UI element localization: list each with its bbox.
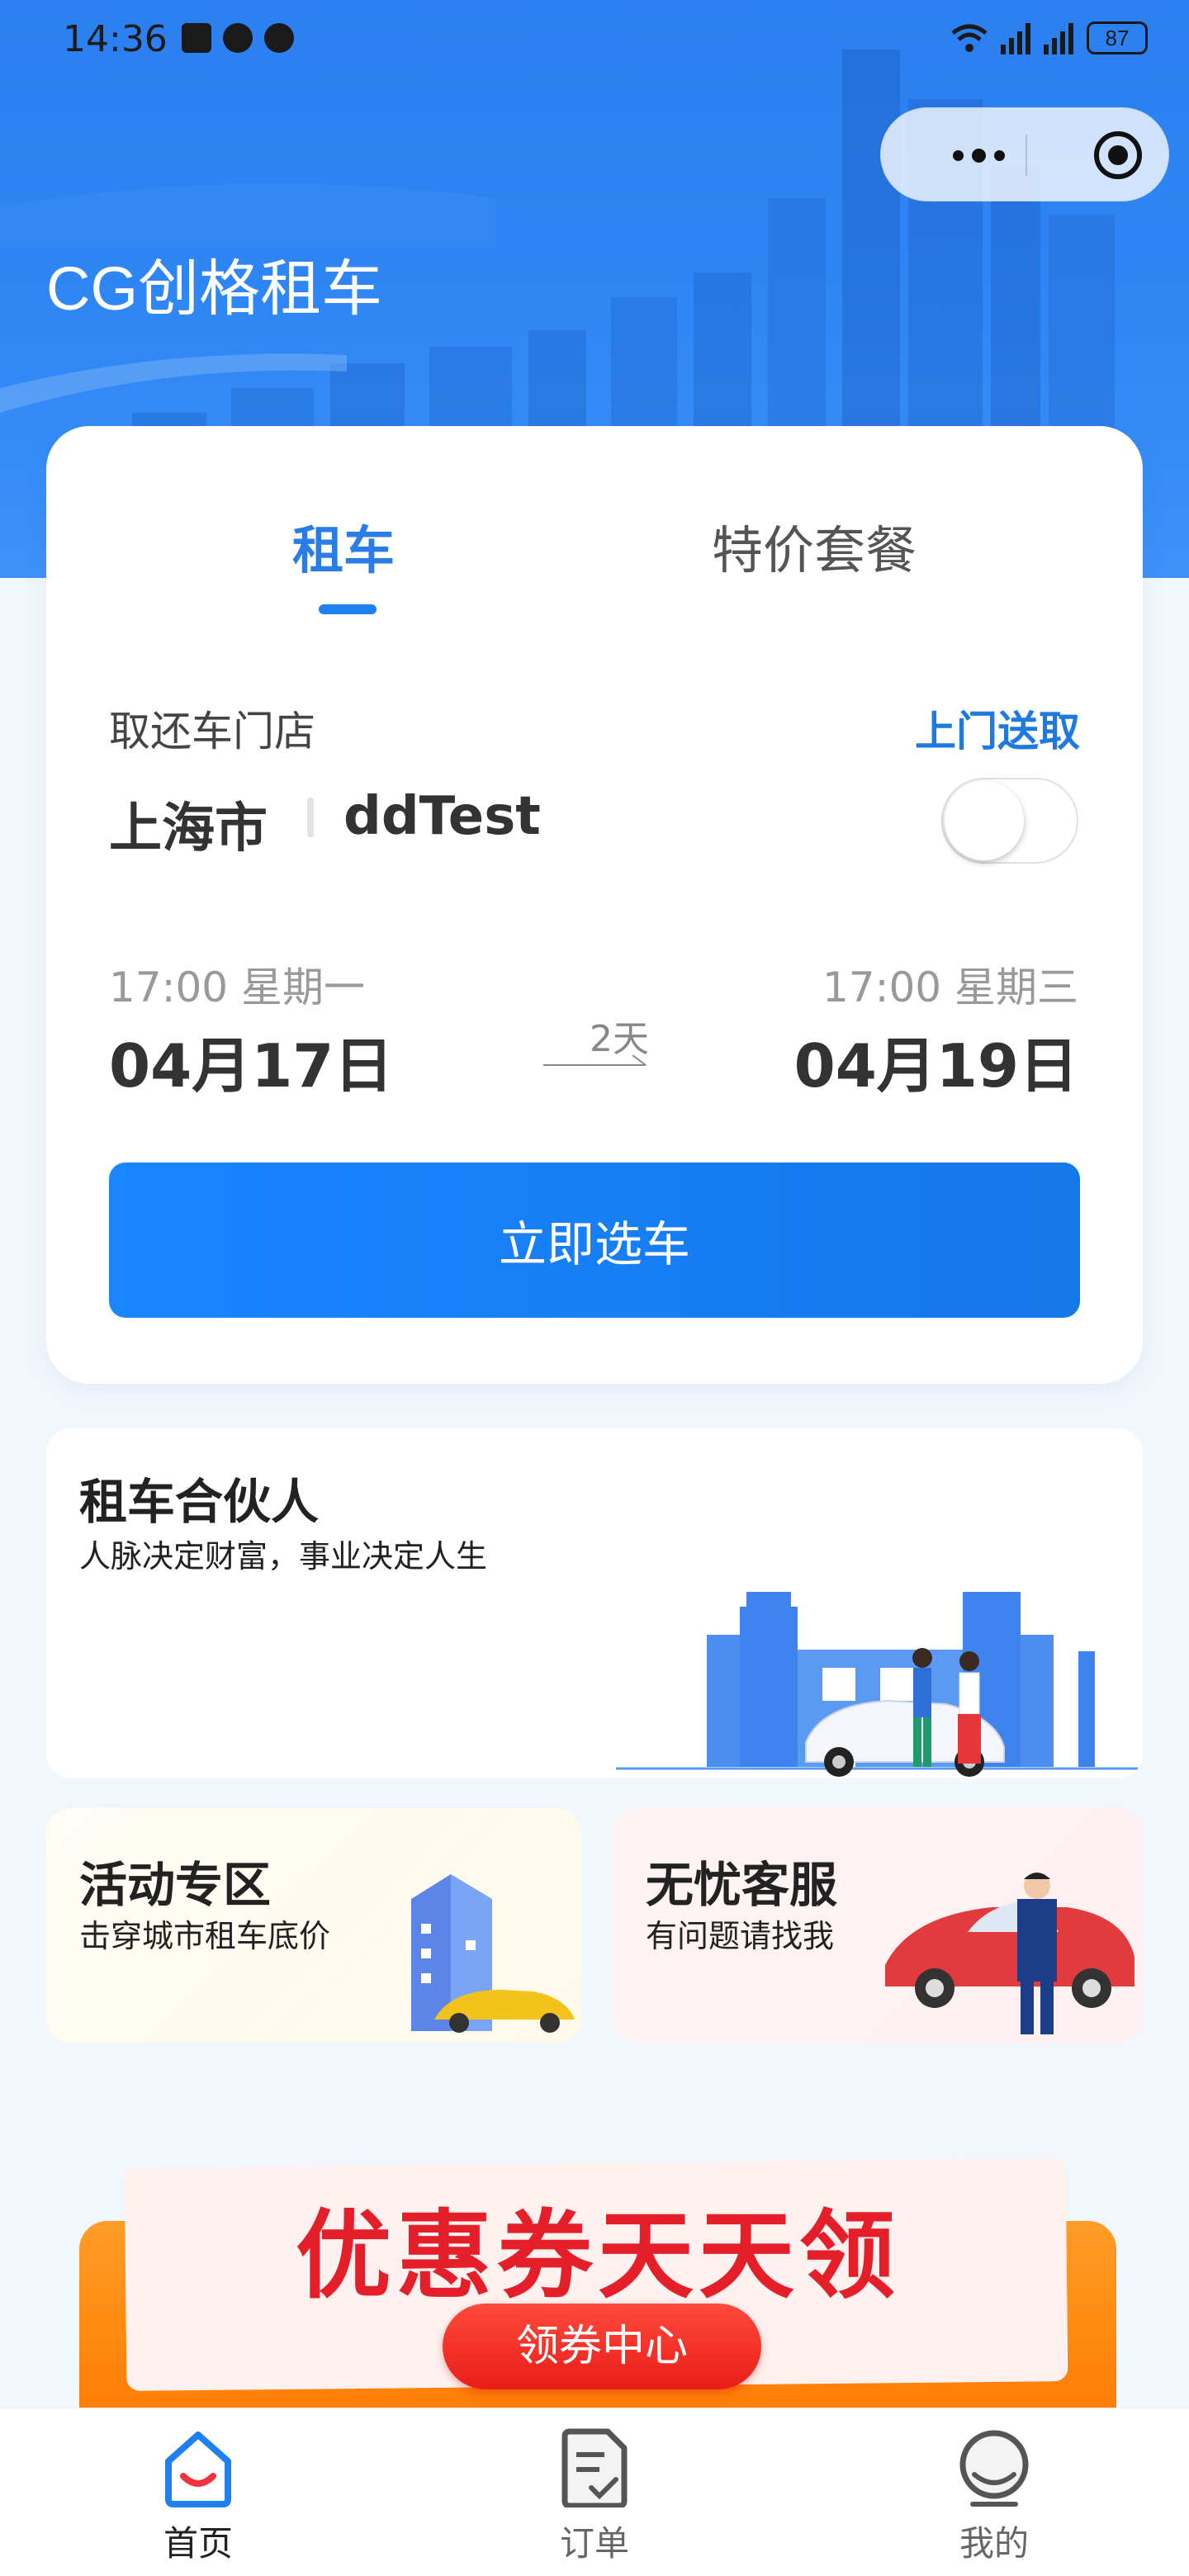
status-time: 14:36 [63, 18, 168, 60]
active-tab-indicator [319, 604, 377, 614]
status-notification-icons [182, 23, 294, 53]
signal-2g-icon [1044, 21, 1073, 54]
store-select[interactable]: ddTest [343, 786, 541, 847]
capsule-divider [1026, 135, 1027, 176]
activity-subtitle: 击穿城市租车底价 [79, 1918, 331, 1954]
toggle-knob [945, 781, 1024, 860]
tabbar-item-mine[interactable]: 我的 [895, 2408, 1093, 2576]
tab-special-package[interactable]: 特价套餐 [712, 509, 917, 583]
partner-title: 租车合伙人 [79, 1474, 320, 1530]
bottom-tab-bar: 首页 订单 我的 [0, 2408, 1189, 2576]
partner-banner[interactable]: 租车合伙人 人脉决定财富，事业决定人生 [46, 1428, 1143, 1778]
tab-label-orders: 订单 [559, 2523, 629, 2564]
coupon-center-button[interactable]: 领券中心 [443, 2304, 761, 2389]
tab-label-home: 首页 [163, 2523, 233, 2564]
activity-title: 活动专区 [79, 1857, 272, 1913]
order-icon [561, 2428, 628, 2507]
pickup-date[interactable]: 04月17日 [109, 1017, 393, 1104]
tab-label-mine: 我的 [959, 2523, 1029, 2564]
home-icon [165, 2432, 231, 2507]
more-icon[interactable] [921, 138, 1036, 173]
partner-subtitle: 人脉决定财富，事业决定人生 [79, 1538, 488, 1574]
service-title: 无忧客服 [646, 1857, 838, 1913]
alarm-icon [223, 23, 253, 53]
signal-4g-icon [1001, 21, 1030, 54]
customer-service-card[interactable]: 无忧客服 有问题请找我 [613, 1808, 1143, 2043]
return-time[interactable]: 17:00 星期三 [822, 954, 1078, 1014]
return-date[interactable]: 04月19日 [794, 1017, 1078, 1104]
coupon-title: 优惠券天天领 [296, 2200, 900, 2312]
tab-rent[interactable]: 租车 [292, 509, 395, 583]
miniprogram-capsule[interactable] [880, 107, 1169, 201]
city-store-divider [307, 798, 314, 837]
tabbar-item-home[interactable]: 首页 [99, 2408, 297, 2576]
status-right-icons: 87 [951, 21, 1148, 54]
store-label: 取还车门店 [109, 708, 315, 755]
battery-icon: 87 [1087, 21, 1148, 54]
activity-illustration [411, 1874, 575, 2033]
nfc-icon [182, 23, 211, 53]
pickup-time[interactable]: 17:00 星期一 [109, 954, 365, 1014]
wifi-icon [951, 24, 988, 52]
choose-car-button[interactable]: 立即选车 [109, 1163, 1080, 1318]
delivery-label: 上门送取 [915, 708, 1080, 755]
activity-zone-card[interactable]: 活动专区 击穿城市租车底价 [46, 1808, 581, 2043]
close-target-icon[interactable] [1094, 131, 1142, 179]
profile-icon [959, 2430, 1029, 2507]
delivery-toggle[interactable] [941, 778, 1078, 864]
partner-illustration [616, 1592, 1143, 1777]
tabbar-item-orders[interactable]: 订单 [495, 2408, 694, 2576]
service-illustration [885, 1873, 1135, 2034]
city-select[interactable]: 上海市 [109, 786, 268, 862]
service-subtitle: 有问题请找我 [646, 1918, 835, 1954]
mute-icon [264, 23, 294, 53]
duration-arrow-icon [543, 1054, 647, 1066]
booking-card: 租车 特价套餐 取还车门店 上门送取 上海市 ddTest 17:00 星期一 … [46, 426, 1143, 1384]
app-title: CG创格租车 [46, 254, 382, 323]
coupon-banner[interactable]: 优惠券天天领 领券中心 [79, 2138, 1116, 2411]
status-bar: 14:36 87 [0, 0, 1189, 83]
